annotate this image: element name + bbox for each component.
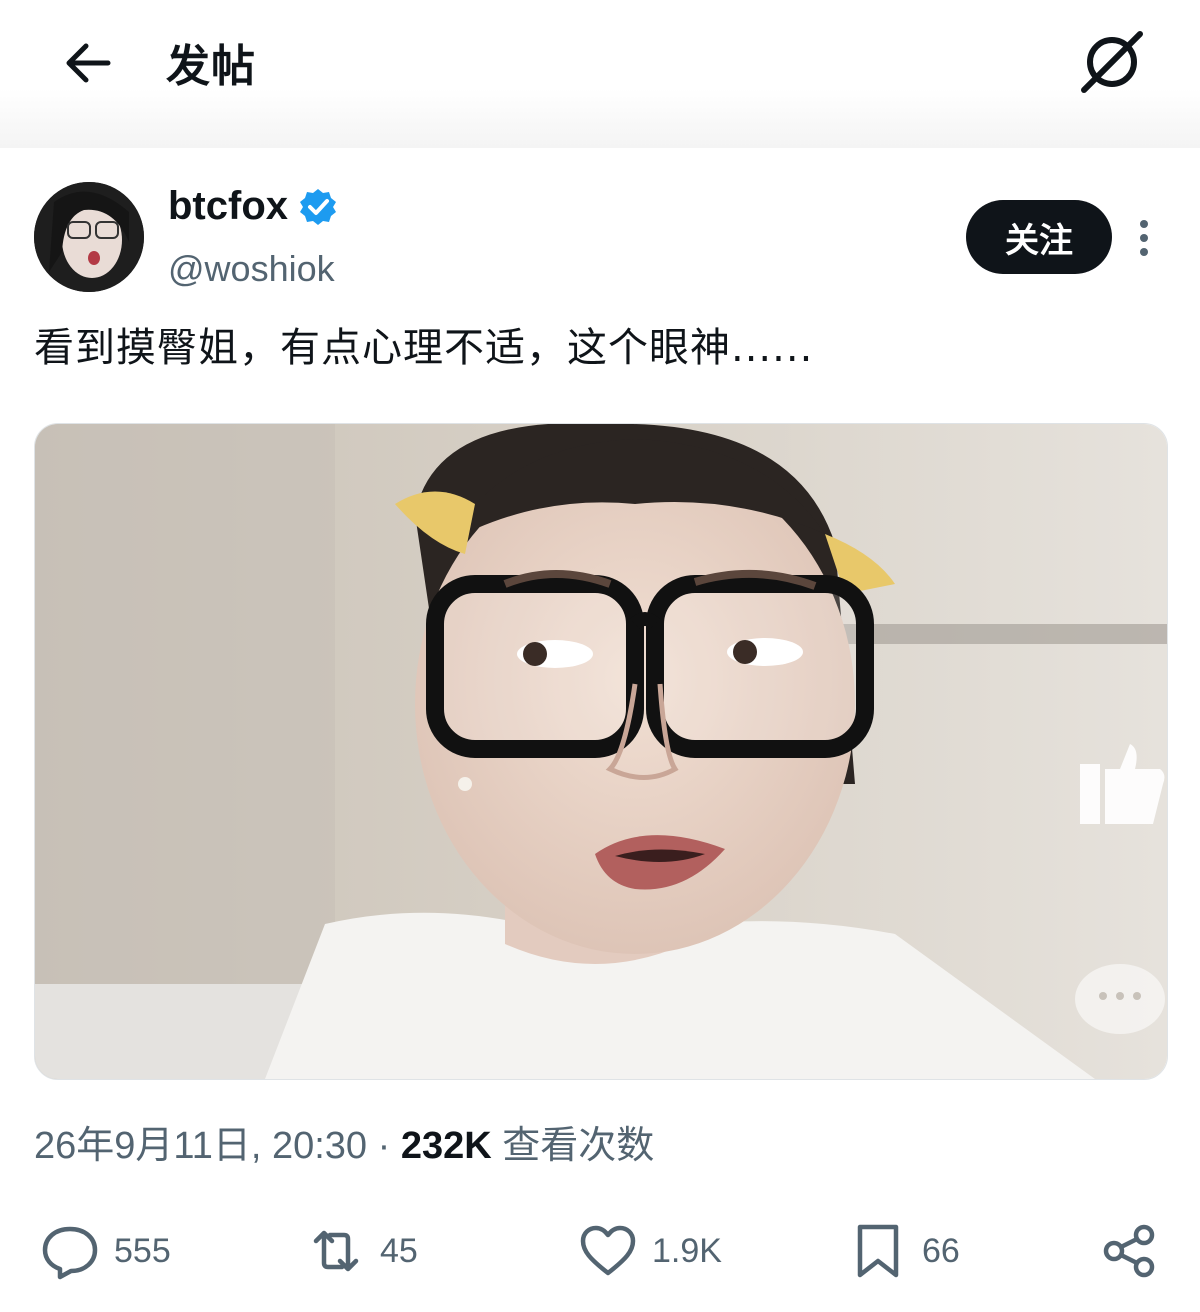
author-display-name[interactable]: btcfox: [168, 184, 338, 229]
tweet-timestamp[interactable]: 26年9月11日, 20:30: [34, 1125, 367, 1167]
arrow-left-icon: [66, 43, 111, 83]
display-name-text: btcfox: [168, 184, 288, 228]
meta-separator: ·: [377, 1125, 391, 1167]
view-count-label: 查看次数: [502, 1125, 655, 1167]
share-icon: [1103, 1224, 1155, 1278]
grok-button[interactable]: [1076, 28, 1148, 96]
share-button[interactable]: [1100, 1218, 1160, 1284]
repost-count: 45: [380, 1231, 418, 1270]
repost-icon: [313, 1230, 359, 1272]
more-options-button[interactable]: [1130, 216, 1158, 260]
author-avatar[interactable]: [34, 182, 144, 292]
follow-button[interactable]: 关注: [966, 200, 1112, 274]
repost-button[interactable]: 45: [306, 1218, 418, 1284]
like-count: 1.9K: [652, 1231, 722, 1270]
view-count: 232K: [400, 1125, 492, 1167]
avatar-photo: [34, 182, 144, 292]
tweet-meta: 26年9月11日, 20:30 · 232K 查看次数: [34, 1114, 654, 1169]
reply-icon: [42, 1226, 98, 1280]
bookmark-icon: [857, 1224, 899, 1278]
reply-button[interactable]: 555: [40, 1218, 171, 1284]
back-button[interactable]: [58, 36, 118, 90]
like-button[interactable]: 1.9K: [578, 1218, 722, 1284]
tweet-media-photo[interactable]: [34, 423, 1168, 1080]
photo-icon: [35, 424, 1167, 1079]
more-vertical-icon: [1140, 220, 1148, 256]
bookmark-button[interactable]: 66: [848, 1218, 960, 1284]
top-app-bar: 发帖: [0, 0, 1200, 148]
tweet-text: 看到摸臀姐，有点心理不适，这个眼神......: [34, 325, 814, 371]
author-handle[interactable]: @woshiok: [168, 248, 335, 290]
bookmark-count: 66: [922, 1231, 960, 1270]
heart-icon: [580, 1225, 636, 1276]
grok-icon: [1081, 31, 1143, 93]
page-title: 发帖: [166, 41, 256, 92]
reply-count: 555: [114, 1231, 171, 1270]
verified-badge-icon: [300, 188, 336, 225]
